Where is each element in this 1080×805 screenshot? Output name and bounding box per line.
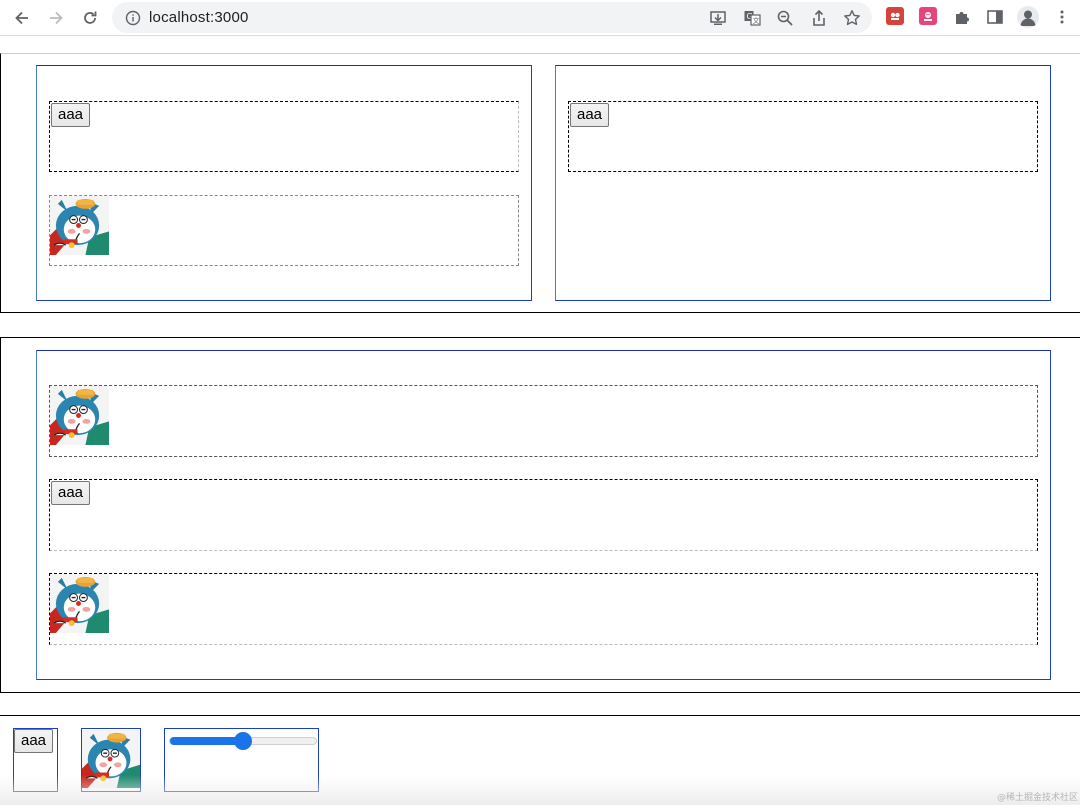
slot-button: aaa <box>49 479 1038 551</box>
url-text[interactable]: localhost:3000 <box>149 9 249 26</box>
aaa-button[interactable]: aaa <box>51 481 91 505</box>
info-icon[interactable] <box>124 9 141 26</box>
back-button[interactable] <box>10 6 34 30</box>
reload-icon <box>84 11 97 24</box>
extension-red-icon[interactable] <box>886 7 904 25</box>
slot-button: aaa <box>568 101 1038 172</box>
watermark: @稀土掘金技术社区 <box>996 793 1078 803</box>
address-bar[interactable]: localhost:3000 G文 <box>112 2 872 33</box>
slot-image <box>49 195 519 266</box>
extension-pink-icon[interactable] <box>919 7 937 25</box>
container-section-2: aaa <box>0 337 1080 693</box>
doraemon-image <box>50 196 109 255</box>
panel-wide: aaa <box>36 350 1051 680</box>
aaa-button[interactable]: aaa <box>570 103 610 127</box>
side-panel-icon[interactable] <box>985 7 1005 27</box>
star-icon[interactable] <box>842 8 862 28</box>
more-vert-icon[interactable] <box>1052 7 1072 27</box>
doraemon-image <box>50 574 109 633</box>
translate-icon[interactable]: G文 <box>742 8 762 28</box>
forward-button[interactable] <box>44 6 68 30</box>
install-app-icon[interactable] <box>708 8 728 28</box>
svg-text:文: 文 <box>753 16 760 25</box>
panel-left: aaa <box>36 65 532 301</box>
bottom-toolbar: aaa @稀土掘金技术社区 <box>0 715 1080 805</box>
range-slider[interactable] <box>169 732 317 750</box>
slot-button: aaa <box>49 101 519 172</box>
container-section-1: aaa aaa <box>0 53 1080 313</box>
aaa-button[interactable]: aaa <box>14 729 54 753</box>
aaa-button[interactable]: aaa <box>51 103 91 127</box>
puzzle-icon[interactable] <box>952 7 972 27</box>
zoom-icon[interactable] <box>775 8 795 28</box>
share-icon[interactable] <box>809 8 829 28</box>
arrow-right-icon <box>50 11 63 25</box>
browser-toolbar: localhost:3000 G文 <box>0 0 1080 36</box>
arrow-left-icon <box>15 11 28 25</box>
slot-image <box>49 573 1038 645</box>
slider-thumb[interactable] <box>234 732 252 750</box>
profile-icon[interactable] <box>1017 6 1039 28</box>
panel-right: aaa <box>555 65 1051 301</box>
reload-button[interactable] <box>78 6 102 30</box>
slot-image <box>49 385 1038 457</box>
doraemon-image <box>50 386 109 445</box>
slider-fill <box>170 737 243 745</box>
